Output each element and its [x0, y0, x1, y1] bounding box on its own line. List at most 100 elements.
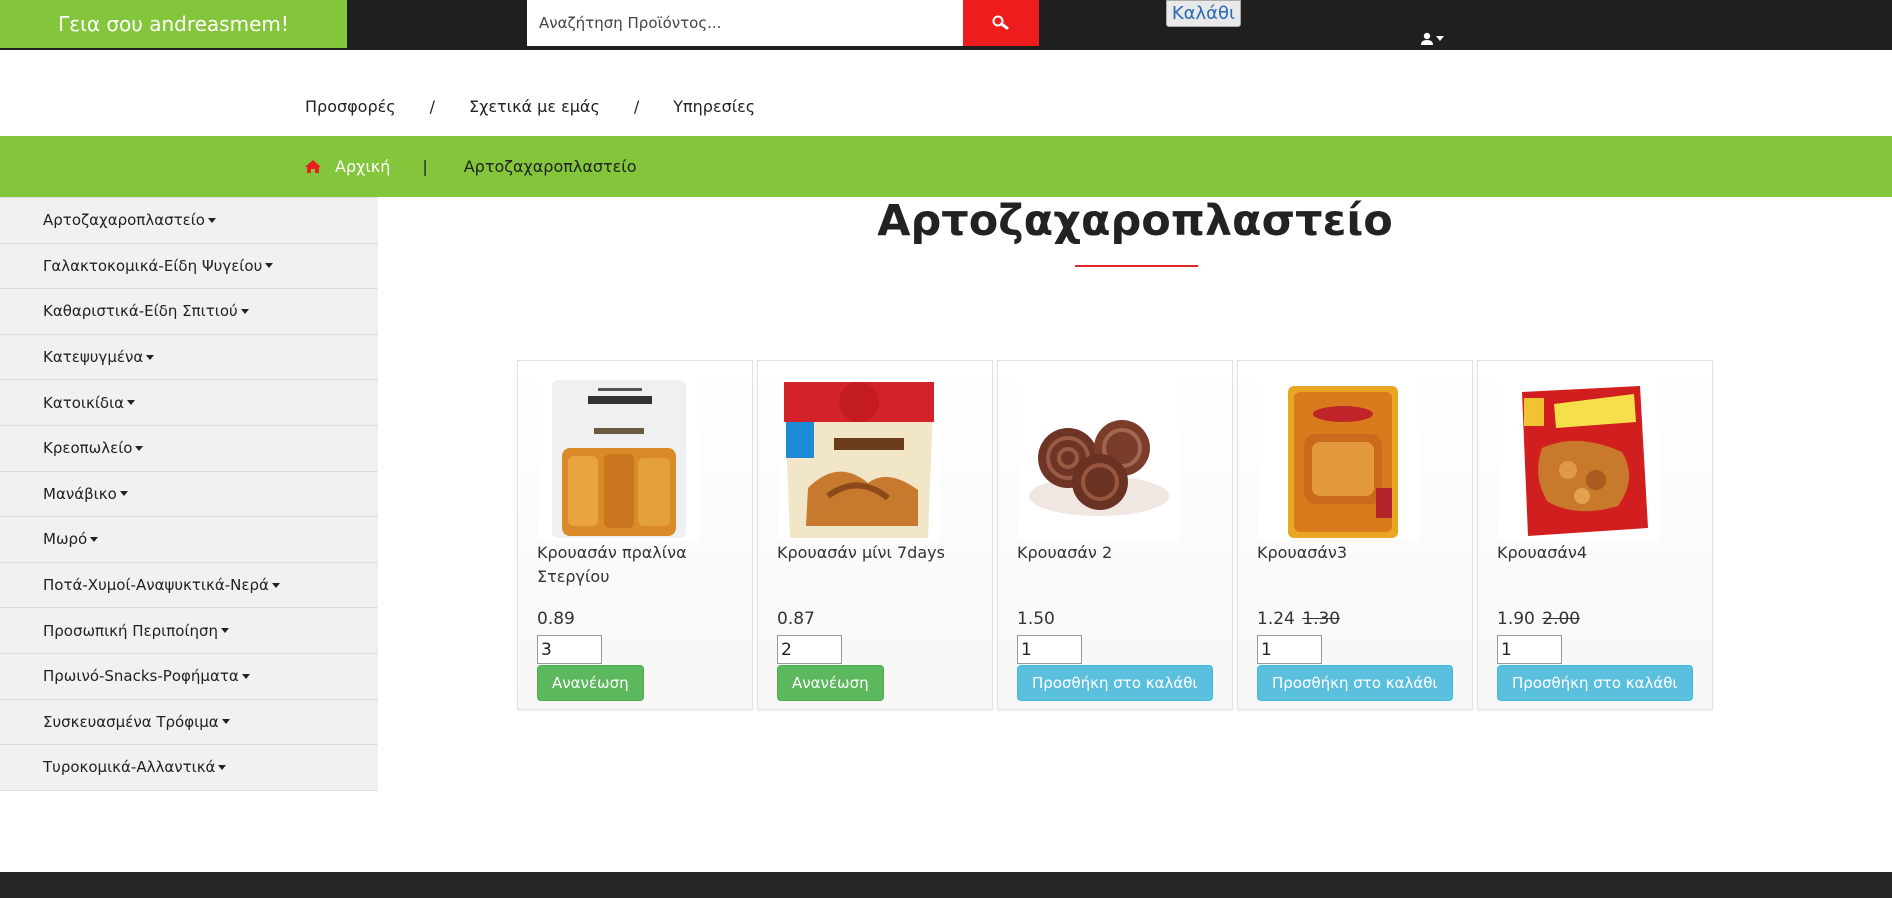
caret-down-icon — [146, 354, 155, 360]
caret-down-icon — [221, 719, 230, 725]
user-menu-toggle[interactable] — [1420, 31, 1446, 47]
caret-down-icon — [271, 582, 280, 588]
sidebar-item-label: Μανάβικο — [43, 484, 117, 503]
sidebar-item-label: Καθαριστικά-Είδη Σπιτιού — [43, 302, 238, 321]
product-price: 0.87 — [777, 609, 817, 629]
breadcrumb-home[interactable]: Αρχική — [305, 157, 390, 176]
sidebar-item-drinks[interactable]: Ποτά-Χυμοί-Αναψυκτικά-Νερά — [0, 561, 378, 608]
sidebar-item-label: Κατοικίδια — [43, 393, 125, 412]
caret-down-icon — [127, 400, 136, 406]
current-price: 0.89 — [537, 609, 575, 629]
old-price: 2.00 — [1542, 609, 1581, 629]
sidebar-item-label: Συσκευασμένα Τρόφιμα — [43, 712, 219, 731]
sidebar-item-pets[interactable]: Κατοικίδια — [0, 379, 378, 425]
quantity-input[interactable] — [777, 635, 842, 664]
nav-separator: / — [429, 96, 436, 116]
title-underline — [1075, 265, 1198, 267]
search-icon — [992, 15, 1009, 30]
product-image[interactable] — [538, 378, 700, 540]
sidebar-item-cheese-deli[interactable]: Τυροκομικά-Αλλαντικά — [0, 744, 378, 790]
search-form — [527, 0, 1039, 46]
top-bar: Γεια σου andreasmem! Καλάθι — [0, 0, 1892, 50]
sidebar-item-butcher[interactable]: Κρεοπωλείο — [0, 424, 378, 471]
nav-link-offers[interactable]: Προσφορές — [305, 97, 396, 116]
sidebar-item-packaged-food[interactable]: Συσκευασμένα Τρόφιμα — [0, 698, 378, 745]
quantity-input[interactable] — [537, 635, 602, 664]
croissant-pack-image — [778, 378, 940, 540]
sidebar-item-label: Αρτοζαχαροπλαστείο — [43, 211, 205, 230]
current-price: 1.50 — [1017, 609, 1055, 629]
sidebar-item-label: Μωρό — [43, 530, 88, 549]
nav-link-about[interactable]: Σχετικά με εμάς — [469, 97, 600, 116]
user-greeting: Γεια σου andreasmem! — [0, 0, 347, 48]
nav-separator: / — [633, 96, 640, 116]
sidebar-item-dairy[interactable]: Γαλακτοκομικά-Είδη Ψυγείου — [0, 242, 378, 289]
product-price: 1.90 2.00 — [1497, 609, 1580, 629]
update-cart-button[interactable]: Ανανέωση — [537, 665, 644, 701]
sidebar-item-label: Τυροκομικά-Αλλαντικά — [43, 758, 216, 777]
quantity-input[interactable] — [1017, 635, 1082, 664]
caret-down-icon — [90, 536, 99, 542]
category-sidebar: Αρτοζαχαροπλαστείο Γαλακτοκομικά-Είδη Ψυ… — [0, 197, 378, 791]
sidebar-item-personal-care[interactable]: Προσωπική Περιποίηση — [0, 607, 378, 653]
page-title: Αρτοζαχαροπλαστείο — [877, 196, 1393, 246]
caret-down-icon — [241, 673, 250, 679]
user-icon — [1421, 32, 1433, 45]
add-to-cart-button[interactable]: Προσθήκη στο καλάθι — [1017, 665, 1213, 701]
sidebar-item-cleaning[interactable]: Καθαριστικά-Είδη Σπιτιού — [0, 288, 378, 334]
cart-link[interactable]: Καλάθι — [1166, 0, 1241, 27]
product-name[interactable]: Κρουασάν μίνι 7days — [777, 541, 977, 565]
cinnamon-roll-image — [1018, 378, 1180, 540]
product-image[interactable] — [1498, 378, 1660, 540]
product-card: Κρουασάν4 1.90 2.00 Προσθήκη στο καλάθι — [1477, 360, 1713, 710]
product-price: 1.24 1.30 — [1257, 609, 1340, 629]
product-price: 0.89 — [537, 609, 577, 629]
product-grid: Κρουασάν πραλίνα Στεργίου 0.89 Ανανέωση … — [517, 360, 1713, 710]
product-image[interactable] — [1258, 378, 1420, 540]
home-icon — [305, 160, 321, 173]
current-price: 0.87 — [777, 609, 815, 629]
breadcrumb-bar: Αρχική | Αρτοζαχαροπλαστείο — [0, 136, 1892, 197]
breadcrumb-separator: | — [422, 157, 428, 176]
product-card: Κρουασάν3 1.24 1.30 Προσθήκη στο καλάθι — [1237, 360, 1473, 710]
update-cart-button[interactable]: Ανανέωση — [777, 665, 884, 701]
sidebar-item-breakfast[interactable]: Πρωινό-Snacks-Ροφήματα — [0, 652, 378, 699]
caret-down-icon — [240, 308, 249, 314]
caret-down-icon — [119, 491, 128, 497]
footer — [0, 872, 1892, 898]
product-name[interactable]: Κρουασάν3 — [1257, 541, 1457, 565]
product-name[interactable]: Κρουασάν4 — [1497, 541, 1697, 565]
sidebar-item-baby[interactable]: Μωρό — [0, 516, 378, 562]
search-input[interactable] — [527, 0, 963, 46]
add-to-cart-button[interactable]: Προσθήκη στο καλάθι — [1257, 665, 1453, 701]
chevron-down-icon — [1436, 36, 1444, 41]
breadcrumb-current: Αρτοζαχαροπλαστείο — [463, 157, 637, 176]
caret-down-icon — [265, 263, 274, 269]
quantity-input[interactable] — [1257, 635, 1322, 664]
product-card: Κρουασάν 2 1.50 Προσθήκη στο καλάθι — [997, 360, 1233, 710]
snack-pack-image — [1498, 378, 1660, 540]
sidebar-item-label: Κρεοπωλείο — [43, 439, 133, 458]
croissant-pack-image — [538, 378, 700, 540]
product-price: 1.50 — [1017, 609, 1057, 629]
secondary-nav: Προσφορές / Σχετικά με εμάς / Υπηρεσίες — [305, 94, 755, 118]
quantity-input[interactable] — [1497, 635, 1562, 664]
sidebar-item-label: Πρωινό-Snacks-Ροφήματα — [43, 667, 239, 686]
sidebar-item-greengrocer[interactable]: Μανάβικο — [0, 470, 378, 517]
sidebar-item-bakery[interactable]: Αρτοζαχαροπλαστείο — [0, 197, 378, 243]
search-button[interactable] — [963, 0, 1039, 46]
product-name[interactable]: Κρουασάν πραλίνα Στεργίου — [537, 541, 737, 589]
add-to-cart-button[interactable]: Προσθήκη στο καλάθι — [1497, 665, 1693, 701]
sidebar-item-label: Κατεψυγμένα — [43, 348, 144, 367]
caret-down-icon — [207, 217, 216, 223]
caret-down-icon — [221, 628, 230, 634]
product-name[interactable]: Κρουασάν 2 — [1017, 541, 1217, 565]
sidebar-item-label: Προσωπική Περιποίηση — [43, 621, 219, 640]
product-image[interactable] — [778, 378, 940, 540]
nav-link-services[interactable]: Υπηρεσίες — [673, 97, 755, 116]
sidebar-item-label: Γαλακτοκομικά-Είδη Ψυγείου — [43, 256, 263, 275]
product-card: Κρουασάν πραλίνα Στεργίου 0.89 Ανανέωση — [517, 360, 753, 710]
sidebar-item-frozen[interactable]: Κατεψυγμένα — [0, 333, 378, 380]
breadcrumb-home-label: Αρχική — [335, 157, 391, 176]
product-image[interactable] — [1018, 378, 1180, 540]
